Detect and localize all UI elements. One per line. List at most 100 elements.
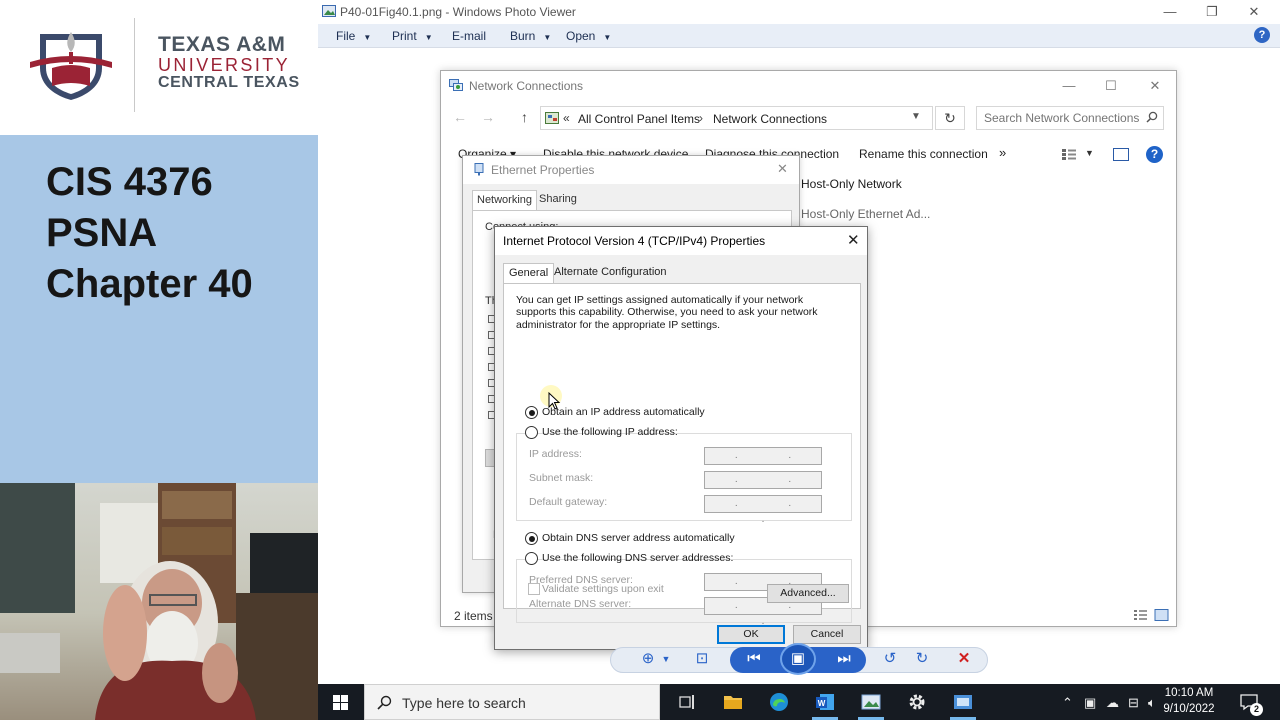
close-button[interactable]: ✕ (1234, 2, 1274, 22)
view-toggle-icon[interactable] (1133, 609, 1169, 621)
slideshow-icon[interactable]: ▣ (780, 643, 816, 675)
menu-print[interactable]: Print ▼ (392, 29, 433, 43)
chevron-down-icon: ▼ (424, 33, 433, 42)
show-hidden-icons-icon[interactable]: ⌃ (1062, 695, 1073, 711)
delete-icon[interactable]: ✕ (954, 649, 974, 669)
use-static-ip-radio[interactable]: Use the following IP address: (525, 426, 678, 440)
use-static-dns-radio[interactable]: Use the following DNS server addresses: (525, 552, 733, 566)
tab-general[interactable]: General (503, 263, 555, 284)
menu-open[interactable]: Open ▼ (566, 29, 611, 43)
tab-networking[interactable]: Networking (472, 190, 538, 210)
word-icon[interactable]: W (814, 691, 836, 713)
ip-address-label: IP address: (529, 448, 582, 460)
menu-open-label: Open (566, 29, 596, 43)
forward-arrow-icon[interactable]: → (481, 109, 495, 125)
menu-file-label: File (336, 29, 356, 43)
chevron-down-icon[interactable]: ▼ (911, 111, 921, 122)
university-logo: TEXAS A&M UNIVERSITY CENTRAL TEXAS (0, 0, 318, 135)
ethernet-close-button[interactable]: ✕ (777, 161, 788, 177)
refresh-icon[interactable]: ↻ (935, 106, 965, 130)
ipv4-titlebar: Internet Protocol Version 4 (TCP/IPv4) P… (495, 227, 867, 255)
breadcrumb-network-connections[interactable]: Network Connections (713, 112, 827, 126)
next-icon[interactable]: ⏭ (834, 649, 854, 669)
obtain-ip-auto-label: Obtain an IP address automatically (542, 406, 705, 418)
onedrive-cloud-icon[interactable]: ☁ (1106, 695, 1119, 711)
more-commands-icon[interactable]: » (999, 145, 1006, 160)
breadcrumb-overflow[interactable]: « (563, 111, 570, 125)
radio-unselected[interactable] (525, 426, 538, 439)
address-bar[interactable]: « All Control Panel Items › Network Conn… (540, 106, 933, 130)
search-icon (377, 695, 392, 710)
help-icon[interactable]: ? (1146, 146, 1163, 163)
net-maximize-button[interactable]: ☐ (1089, 76, 1133, 96)
menu-burn[interactable]: Burn ▼ (510, 29, 551, 43)
mouse-pointer-icon (540, 385, 562, 410)
radio-unselected[interactable] (525, 552, 538, 565)
university-seal-icon (30, 32, 112, 100)
clock-date[interactable]: 9/10/2022 (1154, 703, 1224, 715)
clock-time[interactable]: 10:10 AM (1154, 687, 1224, 699)
network-connections-title: Network Connections (469, 79, 584, 93)
up-arrow-icon[interactable]: ↑ (521, 109, 528, 125)
taskbar-search-box[interactable]: Type here to search (364, 684, 660, 720)
photo-viewer-titlebar: P40-01Fig40.1.png - Windows Photo Viewer… (318, 0, 1280, 24)
photo-viewer-taskbar-icon[interactable] (860, 691, 882, 713)
device-icon[interactable]: ▣ (1084, 695, 1096, 711)
use-static-dns-label: Use the following DNS server addresses: (542, 552, 734, 564)
menu-file[interactable]: File ▼ (336, 29, 371, 43)
ipv4-properties-dialog: Internet Protocol Version 4 (TCP/IPv4) P… (494, 226, 868, 650)
cancel-button[interactable]: Cancel (793, 625, 861, 644)
ok-button[interactable]: OK (717, 625, 785, 644)
chevron-down-icon: ▼ (603, 33, 612, 42)
advanced-button[interactable]: Advanced... (767, 584, 849, 603)
radio-selected[interactable] (525, 406, 538, 419)
chevron-down-icon[interactable]: ▼ (656, 649, 676, 669)
previous-icon[interactable]: ⏮ (744, 649, 764, 669)
close-icon[interactable]: ✕ (847, 231, 860, 249)
net-close-button[interactable]: ✕ (1133, 76, 1177, 96)
change-view-icon[interactable] (1061, 148, 1077, 160)
subnet-mask-field: . . . (704, 471, 822, 501)
photo-viewer-title: P40-01Fig40.1.png - Windows Photo Viewer (340, 5, 576, 19)
radio-selected[interactable] (525, 532, 538, 545)
network-tray-icon[interactable]: ⊟ (1128, 695, 1139, 711)
edge-browser-icon[interactable] (768, 691, 790, 713)
network-connections-icon (449, 79, 463, 91)
net-minimize-button[interactable]: — (1047, 76, 1091, 96)
static-ip-group: IP address: . . . Subnet mask: . . . Def… (516, 433, 852, 525)
rotate-clockwise-icon[interactable]: ↻ (912, 649, 932, 669)
photo-viewer-menubar: File ▼ Print ▼ E-mail Burn ▼ Open ▼ ? (318, 24, 1280, 48)
ethernet-properties-title: Ethernet Properties (491, 163, 595, 177)
menu-email[interactable]: E-mail (452, 29, 486, 43)
help-icon[interactable]: ? (1254, 27, 1270, 43)
zoom-icon[interactable]: ⊕ (638, 649, 658, 669)
settings-gear-icon[interactable] (906, 691, 928, 713)
tab-alternate-configuration[interactable]: Alternate Configuration (549, 263, 672, 283)
search-network-connections-input[interactable] (976, 106, 1164, 130)
ip-address-field: . . . (704, 447, 822, 477)
file-explorer-icon[interactable] (722, 691, 744, 713)
preview-pane-icon[interactable] (1113, 148, 1129, 161)
chevron-down-icon[interactable]: ▼ (1085, 148, 1094, 158)
adapter-name[interactable]: Host-Only Network (801, 177, 902, 191)
task-view-icon[interactable] (676, 691, 698, 713)
ip-settings-description: You can get IP settings assigned automat… (516, 294, 818, 331)
general-tab-page: You can get IP settings assigned automat… (503, 283, 861, 627)
tab-sharing[interactable]: Sharing (535, 190, 581, 210)
alternate-dns-label: Alternate DNS server: (529, 598, 632, 610)
back-arrow-icon[interactable]: ← (453, 109, 467, 125)
adapter-description: Host-Only Ethernet Ad... (801, 207, 931, 221)
network-adapter-icon (474, 163, 484, 176)
restore-button[interactable]: ❐ (1192, 2, 1232, 22)
breadcrumb-control-panel[interactable]: All Control Panel Items (578, 112, 700, 126)
rotate-counterclockwise-icon[interactable]: ↺ (880, 649, 900, 669)
webcam-feed (0, 483, 318, 720)
status-item-count: 2 items (454, 609, 493, 623)
notification-count-badge: 2 (1250, 703, 1263, 716)
rename-button[interactable]: Rename this connection (859, 147, 988, 161)
minimize-button[interactable]: — (1150, 2, 1190, 22)
windows-start-icon[interactable] (333, 695, 348, 710)
network-connections-taskbar-icon[interactable] (952, 691, 974, 713)
validate-settings-label: Validate settings upon exit (542, 583, 664, 595)
actual-size-icon[interactable]: ⊡ (692, 649, 712, 669)
